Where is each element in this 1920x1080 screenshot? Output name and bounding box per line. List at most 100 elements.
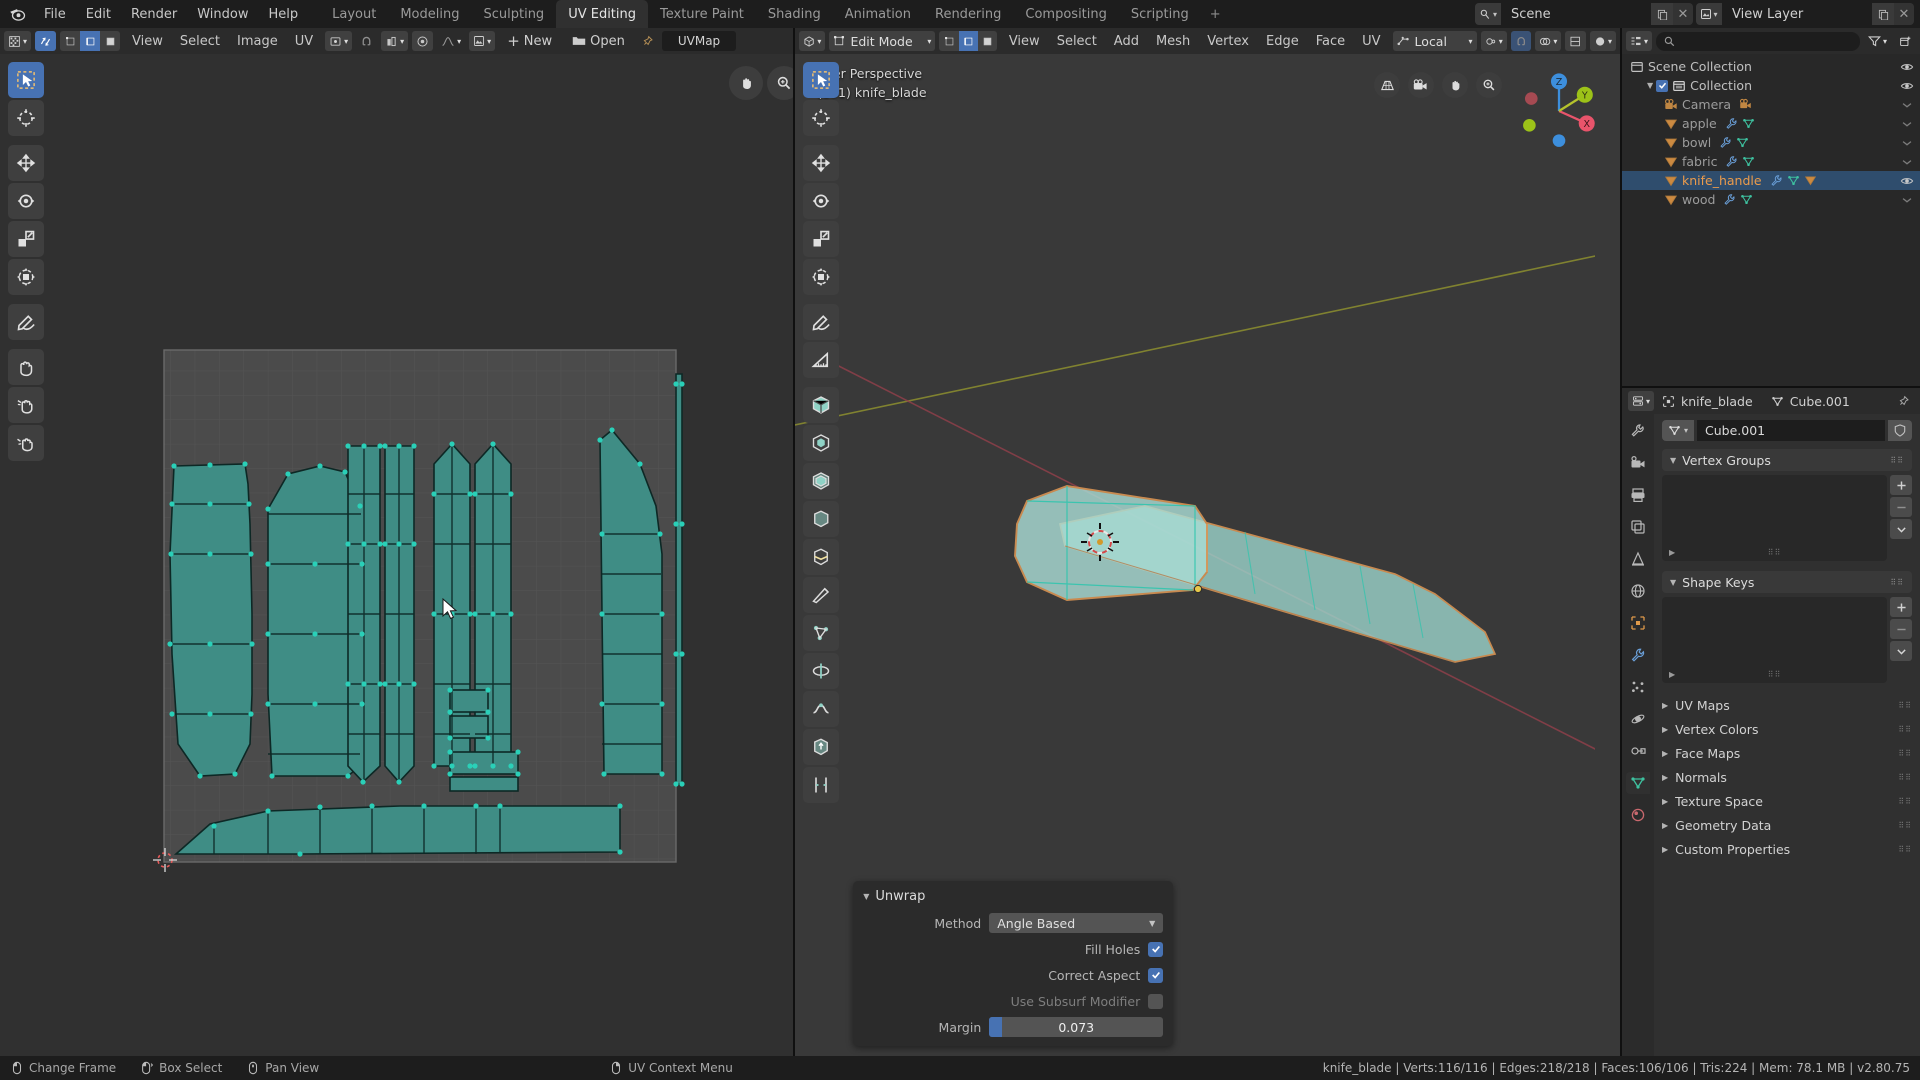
expand-triangle-icon[interactable]: ▶ (1669, 548, 1675, 557)
camera-view-icon[interactable] (1408, 72, 1434, 98)
proportional-edit-icon[interactable] (412, 31, 434, 51)
viewlayer-unlink-icon[interactable]: ✕ (1894, 3, 1914, 25)
mesh-datablock-row[interactable]: ▾ Cube.001 (1662, 420, 1912, 441)
knife-tool[interactable] (803, 577, 840, 613)
menu-render[interactable]: Render (121, 4, 187, 25)
constraint-tab[interactable] (1626, 740, 1650, 762)
transform-orientation-selector[interactable]: Local ▾ (1392, 31, 1477, 51)
fill-holes-checkbox[interactable] (1148, 941, 1164, 957)
pivot-point-icon[interactable]: ▾ (1480, 31, 1507, 51)
panel-header-shape-keys[interactable]: ▼ Shape Keys ⠿⠿ (1662, 571, 1912, 593)
workspace-tab-scripting[interactable]: Scripting (1119, 0, 1201, 28)
panel-header-geometry-data[interactable]: ▶ Geometry Data ⠿⠿ (1662, 813, 1912, 837)
fake-user-shield-icon[interactable] (1888, 420, 1912, 441)
object-tab[interactable] (1626, 612, 1650, 634)
panel-header-vertex-groups[interactable]: ▼ Vertex Groups ⠿⠿ (1662, 449, 1912, 471)
measure-tool[interactable] (803, 342, 840, 378)
eye-open-icon[interactable] (1900, 60, 1914, 74)
rip-region-tool[interactable] (803, 767, 840, 803)
outliner-row[interactable]: apple (1622, 114, 1920, 133)
transform-tool[interactable] (8, 259, 44, 295)
loop-cut-tool[interactable] (803, 539, 840, 575)
viewlayer-datablock[interactable]: ▾ View Layer ✕ (1696, 3, 1914, 25)
viewport-menu-select[interactable]: Select (1049, 32, 1105, 51)
edge-select-icon[interactable] (958, 31, 978, 51)
eye-open-icon[interactable] (1900, 174, 1914, 188)
data-tab[interactable] (1626, 772, 1650, 794)
workspace-tab-shading[interactable]: Shading (756, 0, 833, 28)
chevron-collapse-icon[interactable] (1900, 117, 1914, 131)
scene-new-copy-icon[interactable] (1651, 3, 1673, 25)
workspace-tab-uv-editing[interactable]: UV Editing (556, 0, 649, 28)
outliner-row[interactable]: ▼ Collection (1622, 76, 1920, 95)
workspace-tab-rendering[interactable]: Rendering (923, 0, 1013, 28)
move-tool[interactable] (8, 145, 44, 181)
cursor-tool[interactable] (803, 100, 840, 136)
wrench-modifier-icon[interactable] (1723, 193, 1736, 206)
uv-sync-selection-icon[interactable] (35, 31, 57, 51)
scale-tool[interactable] (803, 221, 840, 257)
eye-open-icon[interactable] (1900, 79, 1914, 93)
panel-header-custom-properties[interactable]: ▶ Custom Properties ⠿⠿ (1662, 837, 1912, 861)
panel-header-face-maps[interactable]: ▶ Face Maps ⠿⠿ (1662, 741, 1912, 765)
wrench-modifier-icon[interactable] (1719, 136, 1732, 149)
outliner-row[interactable]: Camera (1622, 95, 1920, 114)
tweak-tool[interactable] (8, 62, 44, 98)
zoom-magnifier-icon[interactable] (1476, 72, 1502, 98)
hand-pan-icon[interactable] (1442, 72, 1468, 98)
minus-icon[interactable] (1890, 497, 1912, 517)
viewport-menu-add[interactable]: Add (1106, 32, 1147, 51)
mesh-data-icon[interactable] (1742, 117, 1755, 130)
open-image-button[interactable]: Open (564, 31, 633, 51)
correct-aspect-checkbox[interactable] (1148, 967, 1164, 983)
minus-icon[interactable] (1890, 619, 1912, 639)
uvmap-name-field[interactable]: UVMap (661, 31, 737, 51)
relax-tool[interactable] (8, 387, 44, 423)
plus-icon[interactable] (1890, 597, 1912, 617)
properties-tab-strip[interactable] (1622, 414, 1654, 1056)
breadcrumb-object[interactable]: knife_blade (1681, 394, 1753, 409)
menu-edit[interactable]: Edit (76, 4, 121, 25)
shading-mode-group[interactable]: ▾ (1589, 31, 1616, 51)
new-image-button[interactable]: + New (499, 31, 560, 51)
panel-header-uv-maps[interactable]: ▶ UV Maps ⠿⠿ (1662, 693, 1912, 717)
vertex-select-icon[interactable] (60, 31, 81, 51)
tweak-tool[interactable] (803, 62, 840, 98)
chevron-collapse-icon[interactable] (1900, 98, 1914, 112)
chevron-collapse-icon[interactable] (1900, 155, 1914, 169)
use-subsurf-checkbox[interactable] (1148, 993, 1164, 1009)
scene-datablock[interactable]: ▾ Scene ✕ (1475, 3, 1693, 25)
inset-faces-tool[interactable] (803, 463, 840, 499)
snap-target-icon[interactable]: ▾ (381, 31, 409, 51)
bevel-tool[interactable] (803, 501, 840, 537)
cursor-tool[interactable] (8, 100, 44, 136)
viewport-menu-view[interactable]: View (1001, 32, 1048, 51)
pin-icon[interactable] (637, 31, 658, 51)
panel-header-normals[interactable]: ▶ Normals ⠿⠿ (1662, 765, 1912, 789)
outliner-row[interactable]: bowl (1622, 133, 1920, 152)
extrude-tool[interactable] (803, 425, 840, 461)
outliner-row[interactable]: Scene Collection (1622, 57, 1920, 76)
xray-toggle-icon[interactable] (1565, 31, 1586, 51)
properties-editor-icon[interactable]: ▾ (1628, 391, 1655, 411)
pinch-tool[interactable] (8, 425, 44, 461)
uv-menu-select[interactable]: Select (172, 32, 228, 51)
uv-select-mode-group[interactable] (60, 31, 121, 51)
plus-icon[interactable] (1890, 475, 1912, 495)
uv-menu-view[interactable]: View (124, 32, 171, 51)
list-box-shape-keys[interactable]: ▶ ⠿⠿ (1662, 597, 1912, 683)
face-select-icon[interactable] (100, 31, 121, 51)
render-tab[interactable] (1626, 452, 1650, 474)
viewport-menu-mesh[interactable]: Mesh (1148, 32, 1198, 51)
outliner-row[interactable]: knife_handle (1622, 171, 1920, 190)
outliner-tree[interactable]: Scene Collection ▼ Collection Camera apple bo… (1622, 54, 1920, 386)
new-collection-icon[interactable] (1895, 31, 1916, 51)
unwrap-panel-header[interactable]: ▼ Unwrap (853, 887, 1173, 912)
rotate-tool[interactable] (803, 183, 840, 219)
disclosure-triangle-icon[interactable]: ▼ (1647, 81, 1653, 90)
mesh-data-icon[interactable] (1740, 193, 1753, 206)
workspace-tab-layout[interactable]: Layout (320, 0, 388, 28)
margin-slider[interactable]: 0.073 (989, 1017, 1164, 1037)
viewport-menu-vertex[interactable]: Vertex (1199, 32, 1257, 51)
vertex-select-icon[interactable] (939, 31, 959, 51)
